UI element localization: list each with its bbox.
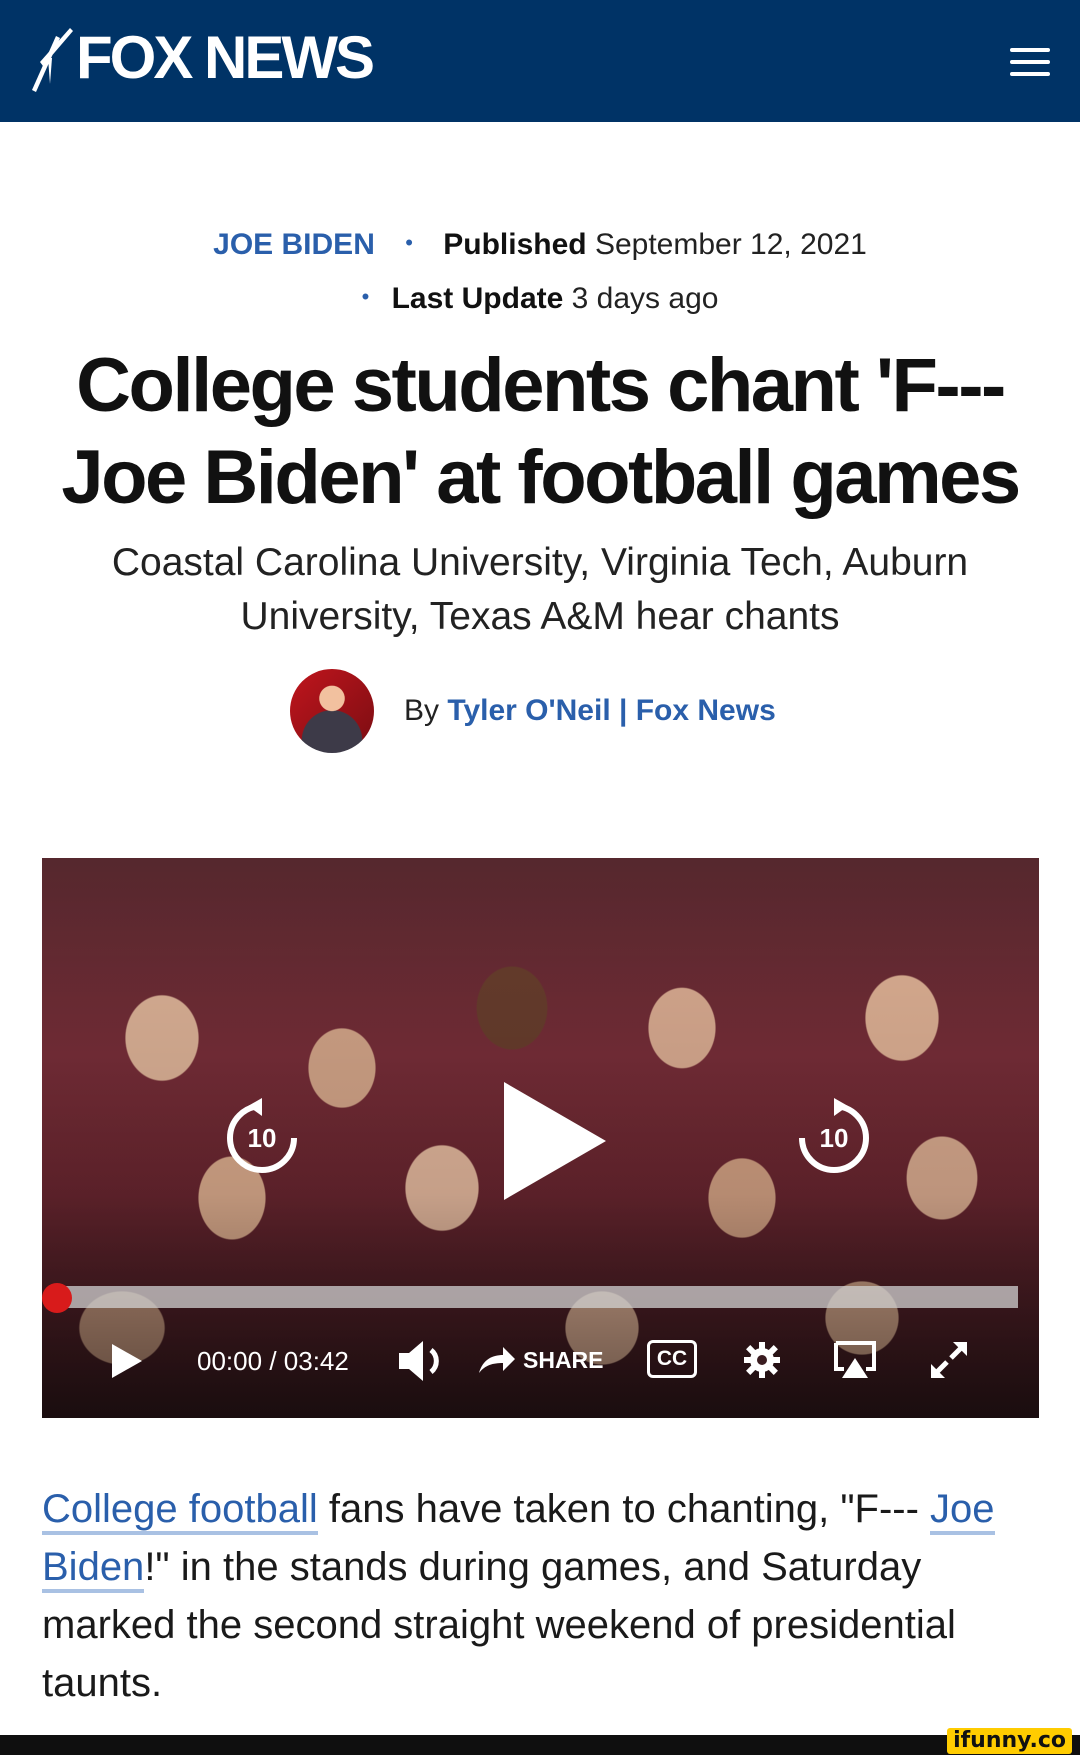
duration: 03:42 (283, 1346, 349, 1376)
video-player[interactable]: 10 10 00:00 / 03:42 SHARE CC (42, 858, 1039, 1418)
share-label: SHARE (523, 1346, 604, 1373)
video-controls: 00:00 / 03:42 SHARE CC (42, 1326, 1039, 1396)
airplay-icon[interactable] (832, 1340, 878, 1380)
forward-10-button[interactable]: 10 (794, 1098, 874, 1178)
play-icon (112, 1344, 142, 1378)
play-icon (504, 1082, 606, 1200)
settings-gear-icon[interactable] (742, 1340, 782, 1380)
updated-label: Last Update (391, 282, 564, 315)
progress-scrubber[interactable] (42, 1283, 72, 1313)
author-avatar[interactable] (290, 669, 374, 753)
updated-value: 3 days ago (571, 282, 719, 315)
fullscreen-icon[interactable] (927, 1338, 971, 1382)
searchlight-icon (32, 28, 73, 92)
share-button[interactable]: SHARE (477, 1340, 604, 1380)
ifunny-watermark: ifunny.co (947, 1728, 1072, 1754)
college-football-link[interactable]: College football (42, 1487, 318, 1535)
published-label: Published (443, 228, 587, 261)
big-play-button[interactable] (494, 1076, 614, 1206)
closed-captions-button[interactable]: CC (647, 1340, 697, 1378)
current-time: 00:00 (197, 1346, 263, 1376)
forward-label: 10 (819, 1123, 849, 1153)
byline-text: By Tyler O'Neil | Fox News (404, 694, 776, 728)
separator-dot: • (405, 230, 413, 255)
published-date: September 12, 2021 (594, 228, 867, 261)
time-display: 00:00 / 03:42 (197, 1346, 349, 1376)
play-button[interactable] (110, 1342, 144, 1380)
byline-prefix: By (404, 694, 440, 727)
site-header: FOX NEWS (0, 0, 1080, 122)
byline: By Tyler O'Neil | Fox News (290, 668, 776, 754)
article-subheadline: Coastal Carolina University, Virginia Te… (111, 541, 969, 638)
share-arrow-icon (479, 1347, 515, 1373)
rewind-label: 10 (247, 1123, 277, 1153)
article-headline: College students chant 'F--- Joe Biden' … (61, 343, 1021, 520)
article-update-meta: • Last Update 3 days ago (0, 282, 1080, 316)
progress-bar[interactable] (56, 1286, 1018, 1308)
rewind-10-button[interactable]: 10 (222, 1098, 302, 1178)
volume-button[interactable] (397, 1338, 453, 1384)
separator-dot: • (361, 284, 370, 309)
logo-text: FOX NEWS (76, 24, 375, 91)
footer-bar (0, 1735, 1080, 1755)
volume-icon (399, 1341, 439, 1381)
hamburger-menu-icon[interactable] (1010, 48, 1050, 80)
fox-news-logo[interactable]: FOX NEWS (30, 22, 375, 94)
article-body-paragraph: College football fans have taken to chan… (42, 1487, 995, 1705)
category-link[interactable]: JOE BIDEN (213, 228, 375, 261)
author-link[interactable]: Tyler O'Neil | Fox News (447, 694, 775, 727)
article-meta: JOE BIDEN • Published September 12, 2021 (0, 228, 1080, 262)
